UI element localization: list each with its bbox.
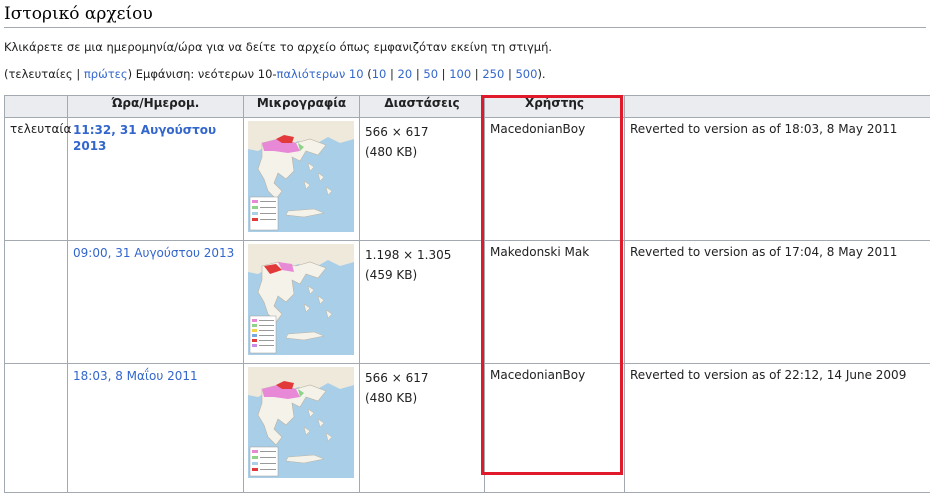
header-thumbnail: Μικρογραφία	[244, 96, 360, 118]
file-history-table: Ώρα/Ημερομ. Μικρογραφία Διαστάσεις Χρήστ…	[4, 95, 930, 493]
header-comment	[625, 96, 930, 118]
comment-text: Reverted to version as of 22:12, 14 June…	[630, 368, 906, 382]
count-link-250[interactable]: 250	[482, 67, 504, 81]
row-label	[5, 364, 68, 493]
table-header-row: Ώρα/Ημερομ. Μικρογραφία Διαστάσεις Χρήστ…	[5, 96, 930, 118]
user-cell: MacedonianBoy	[485, 118, 625, 241]
header-label	[5, 96, 68, 118]
map-thumbnail-icon[interactable]	[248, 367, 354, 478]
dimensions-cell: 566 × 617 (480 KB)	[360, 364, 485, 493]
map-thumbnail-icon[interactable]	[248, 121, 354, 232]
count-link-500[interactable]: 500	[515, 67, 537, 81]
user-cell: MacedonianBoy	[485, 364, 625, 493]
dimensions-cell: 566 × 617 (480 KB)	[360, 118, 485, 241]
table-row: τελευταία 11:32, 31 Αυγούστου 2013	[5, 118, 930, 241]
date-link[interactable]: 18:03, 8 Μαΐου 2011	[73, 368, 238, 384]
date-cell: 11:32, 31 Αυγούστου 2013	[68, 118, 244, 241]
thumbnail-cell	[244, 241, 360, 364]
comment-cell: Reverted to version as of 17:04, 8 May 2…	[625, 241, 930, 364]
thumbnail-cell	[244, 118, 360, 241]
file-size: (480 KB)	[365, 388, 479, 408]
older-link[interactable]: παλιότερων 10	[277, 67, 364, 81]
user-name: MacedonianBoy	[490, 122, 585, 136]
dimensions-cell: 1.198 × 1.305 (459 KB)	[360, 241, 485, 364]
date-link[interactable]: 09:00, 31 Αυγούστου 2013	[73, 245, 238, 261]
first-link[interactable]: πρώτες	[84, 67, 128, 81]
comment-cell: Reverted to version as of 18:03, 8 May 2…	[625, 118, 930, 241]
row-label: τελευταία	[5, 118, 68, 241]
comment-text: Reverted to version as of 18:03, 8 May 2…	[630, 122, 897, 136]
date-cell: 18:03, 8 Μαΐου 2011	[68, 364, 244, 493]
history-navigation: (τελευταίες | πρώτες) Εμφάνιση: νεότερων…	[4, 66, 546, 82]
count-link-50[interactable]: 50	[423, 67, 438, 81]
user-name: Makedonski Mak	[490, 245, 589, 259]
nav-sep: |	[504, 67, 515, 81]
dimensions-value: 566 × 617	[365, 122, 479, 142]
header-user: Χρήστης	[485, 96, 625, 118]
count-link-10[interactable]: 10	[372, 67, 387, 81]
nav-counts-open: (	[364, 67, 372, 81]
date-cell: 09:00, 31 Αυγούστου 2013	[68, 241, 244, 364]
header-dimensions: Διαστάσεις	[360, 96, 485, 118]
dimensions-value: 566 × 617	[365, 368, 479, 388]
count-link-20[interactable]: 20	[398, 67, 413, 81]
dimensions-value: 1.198 × 1.305	[365, 245, 479, 265]
nav-mid-text: ) Εμφάνιση: νεότερων 10-	[128, 67, 277, 81]
file-size: (480 KB)	[365, 142, 479, 162]
nav-counts-close: ).	[537, 67, 545, 81]
user-cell: Makedonski Mak	[485, 241, 625, 364]
comment-text: Reverted to version as of 17:04, 8 May 2…	[630, 245, 897, 259]
map-thumbnail-icon[interactable]	[248, 244, 354, 355]
file-size: (459 KB)	[365, 265, 479, 285]
nav-sep: |	[412, 67, 423, 81]
section-heading: Ιστορικό αρχείου	[4, 3, 926, 28]
comment-cell: Reverted to version as of 22:12, 14 June…	[625, 364, 930, 493]
nav-open-text: (τελευταίες |	[4, 67, 84, 81]
header-datetime: Ώρα/Ημερομ.	[68, 96, 244, 118]
nav-sep: |	[471, 67, 482, 81]
intro-text: Κλικάρετε σε μια ημερομηνία/ώρα για να δ…	[4, 39, 552, 55]
table-row: 18:03, 8 Μαΐου 2011	[5, 364, 930, 493]
count-link-100[interactable]: 100	[449, 67, 471, 81]
table-row: 09:00, 31 Αυγούστου 2013	[5, 241, 930, 364]
thumbnail-cell	[244, 364, 360, 493]
nav-sep: |	[386, 67, 397, 81]
row-label	[5, 241, 68, 364]
user-name: MacedonianBoy	[490, 368, 585, 382]
date-link[interactable]: 11:32, 31 Αυγούστου 2013	[73, 122, 238, 154]
nav-sep: |	[438, 67, 449, 81]
